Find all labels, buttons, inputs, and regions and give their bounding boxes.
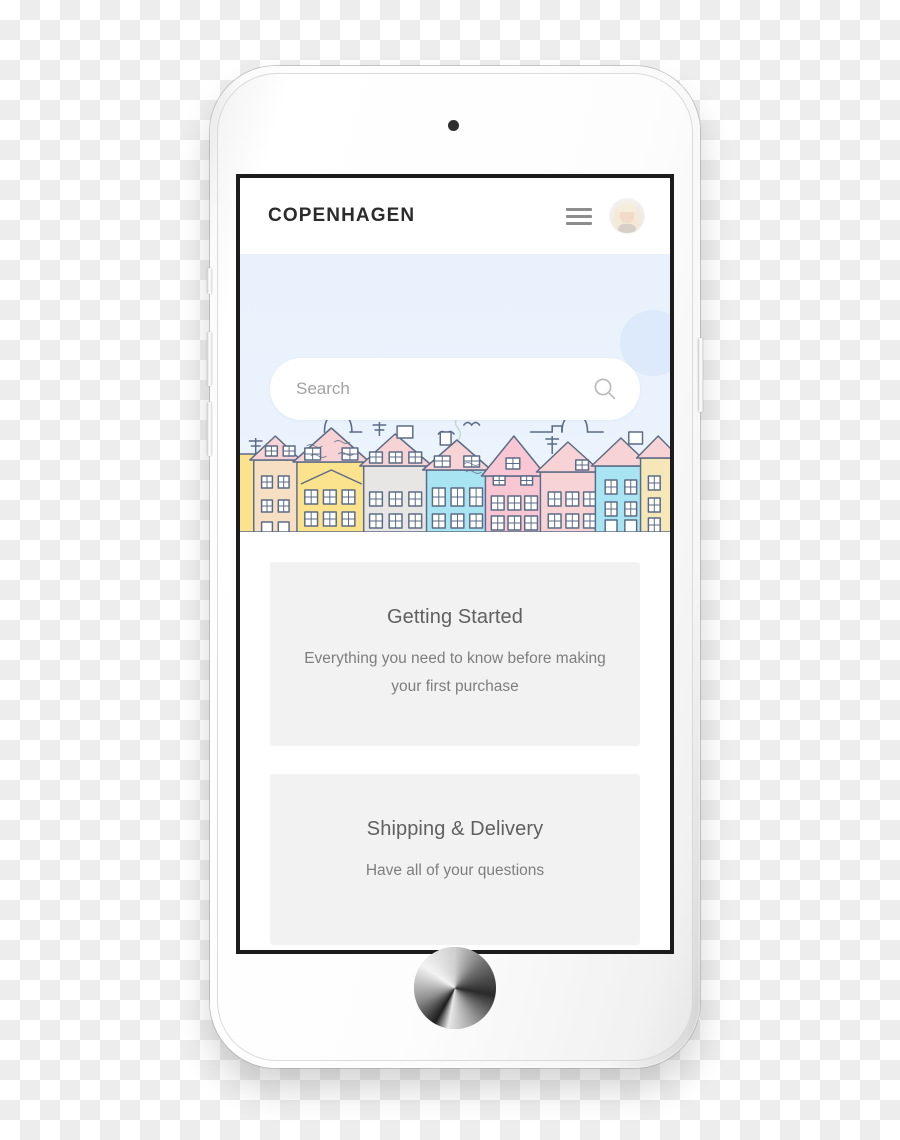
brand-title: COPENHAGEN [268, 205, 416, 226]
city-illustration [240, 416, 670, 532]
app-header: COPENHAGEN [240, 178, 670, 254]
power-button[interactable] [698, 338, 703, 412]
card-title: Getting Started [386, 606, 524, 628]
card-description: Have all of your questions [365, 862, 545, 880]
hero-banner [240, 254, 670, 532]
search-bar[interactable] [270, 358, 640, 420]
card-getting-started[interactable]: Getting Started Everything you need to k… [270, 562, 640, 747]
search-input[interactable] [296, 379, 592, 399]
card-shipping-delivery[interactable]: Shipping & Delivery Have all of your que… [270, 774, 640, 945]
smartphone-device: COPENHAGEN Search Getting Started Everyt… [207, 66, 703, 1068]
avatar-body [618, 224, 636, 233]
card-title: Shipping & Delivery [366, 818, 544, 841]
menu-bar-1 [566, 207, 592, 211]
search-icon[interactable] [592, 376, 618, 402]
phone-screen: COPENHAGEN Search Getting Started Everyt… [236, 174, 674, 954]
volume-up-button[interactable] [207, 332, 212, 386]
card-description: Everything you need to know before makin… [304, 650, 606, 695]
proximity-sensor-icon [448, 120, 459, 131]
hamburger-menu-icon[interactable] [566, 207, 592, 225]
mute-switch[interactable] [207, 268, 212, 294]
header-actions [566, 199, 644, 233]
avatar-hair-top [618, 203, 636, 212]
menu-bar-2 [566, 214, 592, 218]
avatar[interactable] [610, 199, 644, 233]
menu-bar-3 [566, 221, 592, 225]
volume-down-button[interactable] [207, 402, 212, 456]
content-area: Getting Started Everything you need to k… [240, 532, 670, 945]
home-button[interactable] [414, 947, 496, 1029]
